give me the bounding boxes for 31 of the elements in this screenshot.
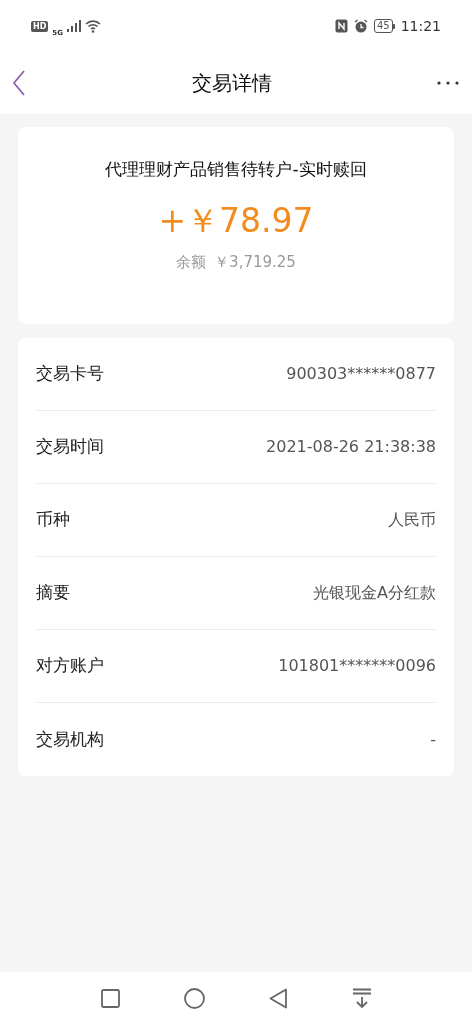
back-icon [12,70,26,96]
detail-value: 2021-08-26 21:38:38 [266,436,436,458]
balance-label: 余额 [176,251,207,273]
battery-indicator: 45 [373,19,393,33]
detail-value: 人民币 [388,509,436,531]
signal-icon [66,20,81,32]
detail-label: 交易机构 [36,727,104,751]
transaction-description: 代理理财产品销售待转户-实时赎回 [105,158,367,181]
nfc-icon [334,19,348,33]
detail-value: 900303******0877 [286,363,436,385]
transaction-amount: +￥78.97 [158,200,314,241]
alarm-icon [353,19,368,33]
detail-value: 101801*******0096 [278,655,436,677]
balance-value: ￥3,719.25 [214,251,296,273]
back-button[interactable] [12,69,28,97]
clock-time: 11:21 [400,16,441,36]
detail-label: 对方账户 [36,654,104,678]
page-title: 交易详情 [192,70,272,97]
detail-value: - [430,728,436,751]
notification-pull-icon[interactable] [351,988,372,1008]
detail-value: 光银现金A分红款 [313,582,436,604]
back-triangle-icon[interactable] [268,987,288,1009]
home-icon[interactable] [183,987,205,1009]
detail-label: 交易时间 [36,435,104,459]
hd-badge: HD [31,20,49,32]
wifi-icon [84,19,101,33]
detail-label: 摘要 [36,581,70,605]
detail-label: 交易卡号 [36,362,104,386]
more-icon [437,81,459,85]
recent-apps-icon[interactable] [100,988,120,1008]
detail-label: 币种 [36,508,70,532]
